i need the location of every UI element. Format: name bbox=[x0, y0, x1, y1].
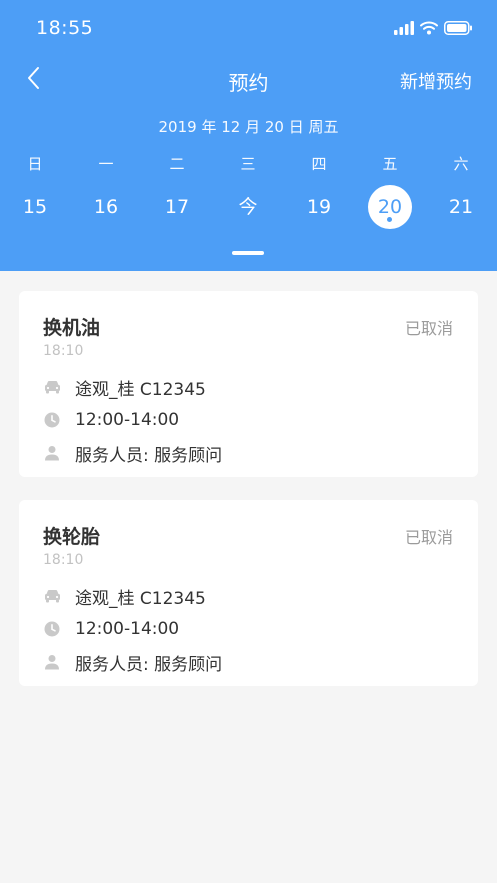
car-icon bbox=[43, 587, 61, 605]
person-icon bbox=[43, 444, 61, 462]
event-dot bbox=[387, 217, 392, 222]
day-cell[interactable]: 17 bbox=[155, 185, 199, 229]
day-cell[interactable]: 15 bbox=[13, 185, 57, 229]
appointment-title: 换机油 bbox=[43, 317, 101, 339]
day-row: 15 16 17 今 19 20 21 bbox=[0, 185, 497, 229]
weekday-label: 五 bbox=[382, 155, 398, 173]
day-cell-selected[interactable]: 20 bbox=[368, 185, 412, 229]
weekday-label: 四 bbox=[311, 155, 327, 173]
selected-date: 2019 年 12 月 20 日 周五 bbox=[158, 118, 339, 136]
weekday-row: 日 一 二 三 四 五 六 bbox=[0, 153, 497, 177]
weekday-label: 一 bbox=[98, 155, 114, 173]
vehicle-row: 途观_桂 C12345 bbox=[43, 375, 206, 400]
status-badge: 已取消 bbox=[404, 319, 453, 338]
timeslot-text: 12:00-14:00 bbox=[75, 619, 180, 639]
status-icons bbox=[394, 20, 473, 39]
day-cell[interactable]: 19 bbox=[297, 185, 341, 229]
day-cell[interactable]: 21 bbox=[439, 185, 483, 229]
weekday-label: 六 bbox=[453, 155, 469, 173]
status-badge: 已取消 bbox=[404, 528, 453, 547]
day-cell-today[interactable]: 今 bbox=[226, 185, 270, 229]
appointment-title: 换轮胎 bbox=[43, 526, 101, 548]
timeslot-text: 12:00-14:00 bbox=[75, 410, 180, 430]
vehicle-text: 途观_桂 C12345 bbox=[75, 379, 206, 400]
appointment-created-time: 18:10 bbox=[43, 343, 84, 359]
signal-icon bbox=[394, 20, 414, 39]
weekday-label: 日 bbox=[27, 155, 43, 173]
weekday-label: 三 bbox=[240, 155, 256, 173]
vehicle-row: 途观_桂 C12345 bbox=[43, 584, 206, 609]
appointment-card[interactable]: 换机油 已取消 18:10 途观_桂 C12345 12:00-14:00 服务… bbox=[19, 291, 478, 477]
vehicle-text: 途观_桂 C12345 bbox=[75, 588, 206, 609]
clock-icon bbox=[43, 411, 61, 429]
timeslot-row: 12:00-14:00 bbox=[43, 617, 179, 641]
weekday-label: 二 bbox=[169, 155, 185, 173]
appointment-created-time: 18:10 bbox=[43, 552, 84, 568]
status-bar: 18:55 bbox=[0, 0, 497, 60]
staff-row: 服务人员: 服务顾问 bbox=[43, 441, 223, 466]
wifi-icon bbox=[420, 20, 438, 39]
calendar-expand-handle[interactable] bbox=[232, 251, 264, 255]
nav-bar: 预约 新增预约 bbox=[0, 60, 497, 100]
add-appointment-button[interactable]: 新增预约 bbox=[400, 68, 472, 94]
staff-text: 服务人员: 服务顾问 bbox=[75, 654, 223, 675]
staff-text: 服务人员: 服务顾问 bbox=[75, 445, 223, 466]
calendar-header: 18:55 预约 新增预约 2019 年 12 月 20 日 周五 日 一 二 … bbox=[0, 0, 497, 271]
clock-icon bbox=[43, 620, 61, 638]
day-cell[interactable]: 16 bbox=[84, 185, 128, 229]
timeslot-row: 12:00-14:00 bbox=[43, 408, 179, 432]
staff-row: 服务人员: 服务顾问 bbox=[43, 650, 223, 675]
day-number: 20 bbox=[377, 196, 403, 218]
appointment-card[interactable]: 换轮胎 已取消 18:10 途观_桂 C12345 12:00-14:00 服务… bbox=[19, 500, 478, 686]
battery-icon bbox=[444, 20, 473, 39]
person-icon bbox=[43, 653, 61, 671]
car-icon bbox=[43, 378, 61, 396]
status-time: 18:55 bbox=[36, 17, 94, 39]
